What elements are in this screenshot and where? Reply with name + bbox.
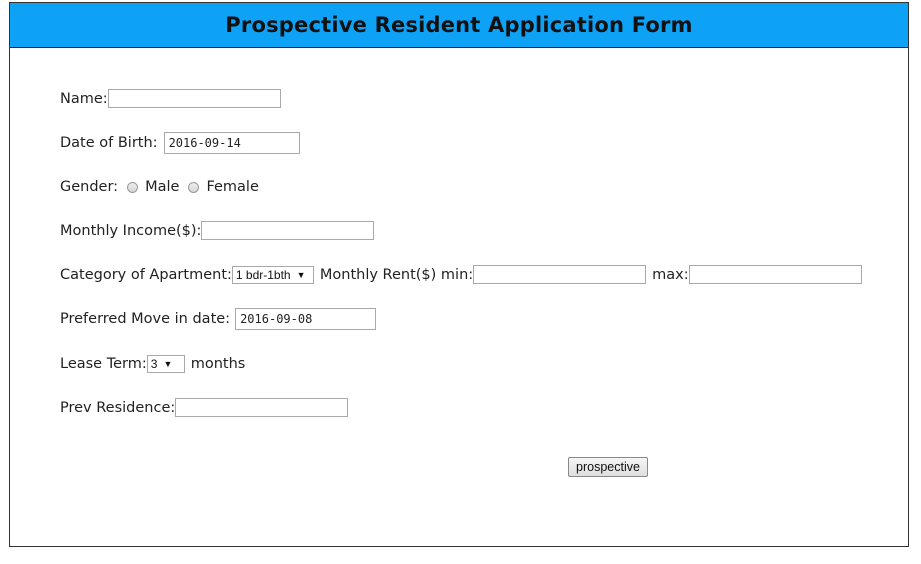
rent-min-input[interactable]	[473, 265, 647, 284]
gender-female-label: Female	[206, 179, 259, 195]
prev-residence-row: Prev Residence:	[60, 398, 349, 417]
lease-select[interactable]: 3 ▼	[146, 355, 185, 373]
name-input[interactable]	[107, 89, 281, 108]
form-title: Prospective Resident Application Form	[225, 13, 693, 37]
prev-residence-label: Prev Residence:	[60, 399, 176, 416]
gender-female-radio[interactable]	[188, 181, 200, 193]
move-in-input[interactable]: 2016-09-08	[235, 308, 377, 330]
category-label: Category of Apartment:	[60, 266, 232, 283]
gender-male-radio[interactable]	[127, 181, 139, 193]
form-frame: Prospective Resident Application Form Na…	[9, 2, 909, 547]
lease-label: Lease Term:	[60, 356, 147, 372]
name-label: Name:	[60, 90, 108, 107]
lease-selected-value: 3	[150, 357, 158, 371]
dob-label: Date of Birth:	[60, 135, 158, 151]
category-row: Category of Apartment: 1 bdr-1bth ▼ Mont…	[60, 265, 862, 284]
income-row: Monthly Income($):	[60, 221, 375, 240]
dob-input[interactable]: 2016-09-14	[163, 132, 300, 154]
name-row: Name:	[60, 89, 281, 108]
rent-min-label: Monthly Rent($) min:	[319, 266, 474, 283]
lease-row: Lease Term: 3 ▼ months	[60, 355, 245, 373]
rent-max-label: max:	[652, 266, 689, 283]
prospective-submit-button[interactable]: prospective	[568, 457, 648, 477]
category-select[interactable]: 1 bdr-1bth ▼	[231, 265, 314, 284]
chevron-down-icon: ▼	[296, 269, 306, 280]
rent-max-input[interactable]	[688, 265, 862, 284]
category-selected-value: 1 bdr-1bth	[235, 267, 291, 282]
income-label: Monthly Income($):	[60, 222, 202, 239]
prev-residence-input[interactable]	[175, 398, 349, 417]
lease-unit-label: months	[190, 356, 246, 372]
dob-row: Date of Birth: 2016-09-14	[60, 132, 300, 154]
move-in-label: Preferred Move in date:	[60, 311, 231, 327]
income-input[interactable]	[201, 221, 375, 240]
page: Prospective Resident Application Form Na…	[0, 0, 921, 564]
gender-male-label: Male	[145, 179, 180, 195]
move-in-row: Preferred Move in date: 2016-09-08	[60, 308, 377, 330]
gender-label: Gender:	[60, 179, 119, 195]
chevron-down-icon: ▼	[163, 359, 173, 369]
form-header: Prospective Resident Application Form	[10, 3, 908, 48]
gender-row: Gender: Male Female	[60, 179, 259, 195]
